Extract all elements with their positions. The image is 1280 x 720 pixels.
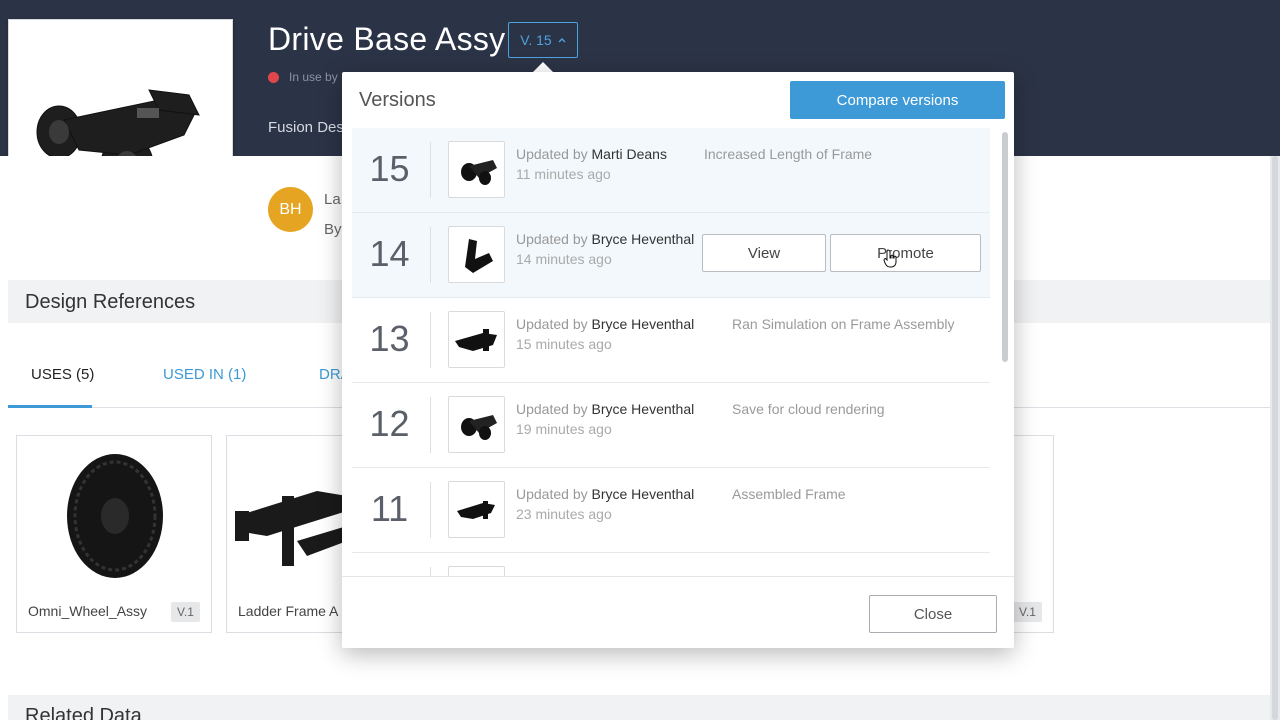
version-row-15[interactable]: 15 Updated by Marti Deans 11 minutes ago… bbox=[352, 128, 990, 213]
version-row-13[interactable]: 13 Updated by Bryce Heventhal 15 minutes… bbox=[352, 298, 990, 383]
page-scrollbar[interactable] bbox=[1270, 156, 1280, 720]
version-number: 14 bbox=[369, 233, 410, 274]
user-name: Bryce Heventhal bbox=[591, 486, 695, 502]
model-thumbnail-icon bbox=[456, 500, 495, 519]
updated-by: Updated by Bryce Heventhal bbox=[516, 316, 695, 332]
status-dot-icon bbox=[268, 71, 279, 83]
version-number: 15 bbox=[369, 148, 410, 189]
version-time: 19 minutes ago bbox=[516, 421, 612, 437]
version-description: Assembled Frame bbox=[732, 486, 846, 502]
row-divider bbox=[430, 227, 431, 283]
in-use-text: In use by bbox=[289, 70, 338, 84]
version-number: 11 bbox=[370, 488, 409, 529]
updated-by: Updated by Marti Deans bbox=[516, 146, 667, 162]
updated-by: Updated by Bryce Heventhal bbox=[516, 486, 695, 502]
updated-by: Updated by Bryce Heventhal bbox=[516, 231, 695, 247]
tab-uses[interactable]: USES (5) bbox=[31, 366, 94, 383]
row-divider bbox=[430, 482, 431, 538]
view-button[interactable]: View bbox=[702, 234, 826, 272]
design-references-heading: Design References bbox=[25, 291, 196, 313]
row-divider bbox=[430, 142, 431, 198]
close-button[interactable]: Close bbox=[869, 595, 997, 633]
item-subtitle: Fusion Des bbox=[268, 119, 344, 136]
model-thumbnail-icon bbox=[464, 238, 493, 273]
version-dropdown-button[interactable]: V. 15 bbox=[508, 22, 578, 58]
version-description: Ran Simulation on Frame Assembly bbox=[732, 316, 955, 332]
version-number: 12 bbox=[369, 403, 410, 444]
row-divider bbox=[430, 567, 431, 576]
version-time: 15 minutes ago bbox=[516, 336, 612, 352]
related-data-heading: Related Data bbox=[25, 705, 142, 720]
version-description: Save for cloud rendering bbox=[732, 401, 885, 417]
ladder-frame-model-image bbox=[235, 491, 347, 566]
reference-name: Omni_Wheel_Assy bbox=[28, 603, 148, 619]
user-name: Bryce Heventhal bbox=[591, 316, 695, 332]
in-use-status: In use by bbox=[268, 70, 338, 84]
reference-card-ladder-frame[interactable]: Ladder Frame A bbox=[226, 435, 356, 633]
hand-cursor-icon bbox=[883, 249, 897, 268]
reference-card-omni-wheel[interactable]: Omni_Wheel_Assy V.1 bbox=[16, 435, 212, 633]
user-name: Bryce Heventhal bbox=[591, 231, 695, 247]
compare-versions-button[interactable]: Compare versions bbox=[790, 81, 1005, 119]
user-name: Bryce Heventhal bbox=[591, 401, 695, 417]
chevron-up-icon bbox=[558, 38, 566, 43]
version-thumbnail bbox=[448, 226, 505, 283]
version-thumbnail bbox=[448, 566, 505, 576]
tab-used-in[interactable]: USED IN (1) bbox=[163, 366, 246, 383]
related-data-band: Related Data bbox=[8, 695, 1270, 720]
row-divider bbox=[430, 397, 431, 453]
versions-list-scrollbar[interactable] bbox=[1002, 132, 1008, 362]
version-number: 13 bbox=[369, 318, 410, 359]
promote-button[interactable]: Promote bbox=[830, 234, 981, 272]
model-thumbnail-icon bbox=[454, 328, 497, 351]
version-thumbnail bbox=[448, 396, 505, 453]
updated-by-text: By bbox=[324, 221, 342, 238]
version-time: 23 minutes ago bbox=[516, 506, 612, 522]
version-badge: V.1 bbox=[171, 602, 200, 622]
versions-title: Versions bbox=[359, 89, 436, 111]
updated-by: Updated by Bryce Heventhal bbox=[516, 401, 695, 417]
version-thumbnail bbox=[448, 481, 505, 538]
active-tab-indicator bbox=[8, 405, 92, 408]
page-title: Drive Base Assy bbox=[268, 21, 506, 57]
version-badge: V.1 bbox=[1013, 602, 1042, 622]
version-thumbnail bbox=[448, 311, 505, 368]
versions-list[interactable]: 15 Updated by Marti Deans 11 minutes ago… bbox=[342, 128, 1014, 576]
version-description: Increased Length of Frame bbox=[704, 146, 873, 162]
version-time: 11 minutes ago bbox=[516, 166, 611, 182]
page-scrollbar-thumb[interactable] bbox=[1272, 156, 1278, 720]
reference-name: Ladder Frame A bbox=[238, 603, 339, 619]
last-updated-text: La bbox=[324, 191, 341, 208]
versions-popover: Versions Compare versions 15 Updated by … bbox=[342, 72, 1014, 648]
version-thumbnail bbox=[448, 141, 505, 198]
model-thumbnail-icon bbox=[460, 414, 497, 440]
omni-wheel-model-image bbox=[67, 454, 163, 578]
version-row-11[interactable]: 11 Updated by Bryce Heventhal 23 minutes… bbox=[352, 468, 990, 553]
user-name: Marti Deans bbox=[591, 146, 667, 162]
version-row-12[interactable]: 12 Updated by Bryce Heventhal 19 minutes… bbox=[352, 383, 990, 468]
row-divider bbox=[430, 312, 431, 368]
model-thumbnail-icon bbox=[460, 159, 497, 185]
modal-footer: Close bbox=[342, 576, 1014, 648]
version-label: V. 15 bbox=[520, 32, 552, 48]
version-row-partial[interactable] bbox=[352, 553, 990, 576]
version-time: 14 minutes ago bbox=[516, 251, 612, 267]
avatar[interactable]: BH bbox=[268, 187, 313, 232]
